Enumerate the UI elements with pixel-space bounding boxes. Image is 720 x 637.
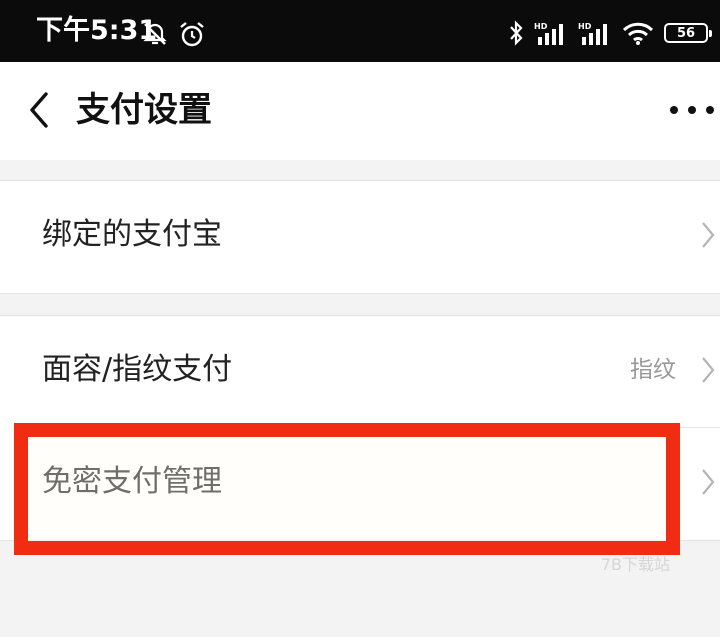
chevron-right-icon <box>702 357 715 383</box>
watermark: 7B下载站 <box>600 555 670 574</box>
page-title: 支付设置 <box>76 90 212 130</box>
back-arrow-icon[interactable] <box>22 86 62 134</box>
svg-text:HD: HD <box>534 22 548 31</box>
settings-group-payment: 面容/指纹支付 指纹 免密支付管理 <box>0 315 720 541</box>
row-label: 绑定的支付宝 <box>42 217 222 252</box>
status-time: 下午5:31 <box>36 15 158 46</box>
battery-level: 56 <box>676 25 696 41</box>
battery-icon: 56 <box>664 23 712 43</box>
status-right-icons: HD HD 56 <box>508 20 712 46</box>
row-value: 指纹 <box>630 357 676 383</box>
svg-text:HD: HD <box>578 22 592 31</box>
row-label: 免密支付管理 <box>42 464 222 499</box>
row-label: 面容/指纹支付 <box>42 352 233 387</box>
chevron-right-icon <box>702 222 715 248</box>
settings-row-password-free-pay[interactable]: 免密支付管理 <box>0 428 720 540</box>
more-icon[interactable] <box>666 98 718 122</box>
alarm-icon <box>180 22 204 47</box>
settings-group-alipay: 绑定的支付宝 <box>0 180 720 294</box>
nav-bar: 支付设置 <box>0 62 720 160</box>
status-bar: 下午5:31 HD HD 56 <box>0 0 720 62</box>
mute-icon <box>143 23 167 45</box>
chevron-right-icon <box>702 469 715 495</box>
settings-row-face-fingerprint-pay[interactable]: 面容/指纹支付 指纹 <box>0 316 720 428</box>
settings-row-bound-alipay[interactable]: 绑定的支付宝 <box>0 181 720 293</box>
status-left-icons <box>142 21 206 49</box>
bluetooth-icon <box>510 20 523 46</box>
wifi-icon <box>622 22 654 45</box>
signal-icon: HD <box>534 22 563 45</box>
signal-icon: HD <box>578 22 607 45</box>
